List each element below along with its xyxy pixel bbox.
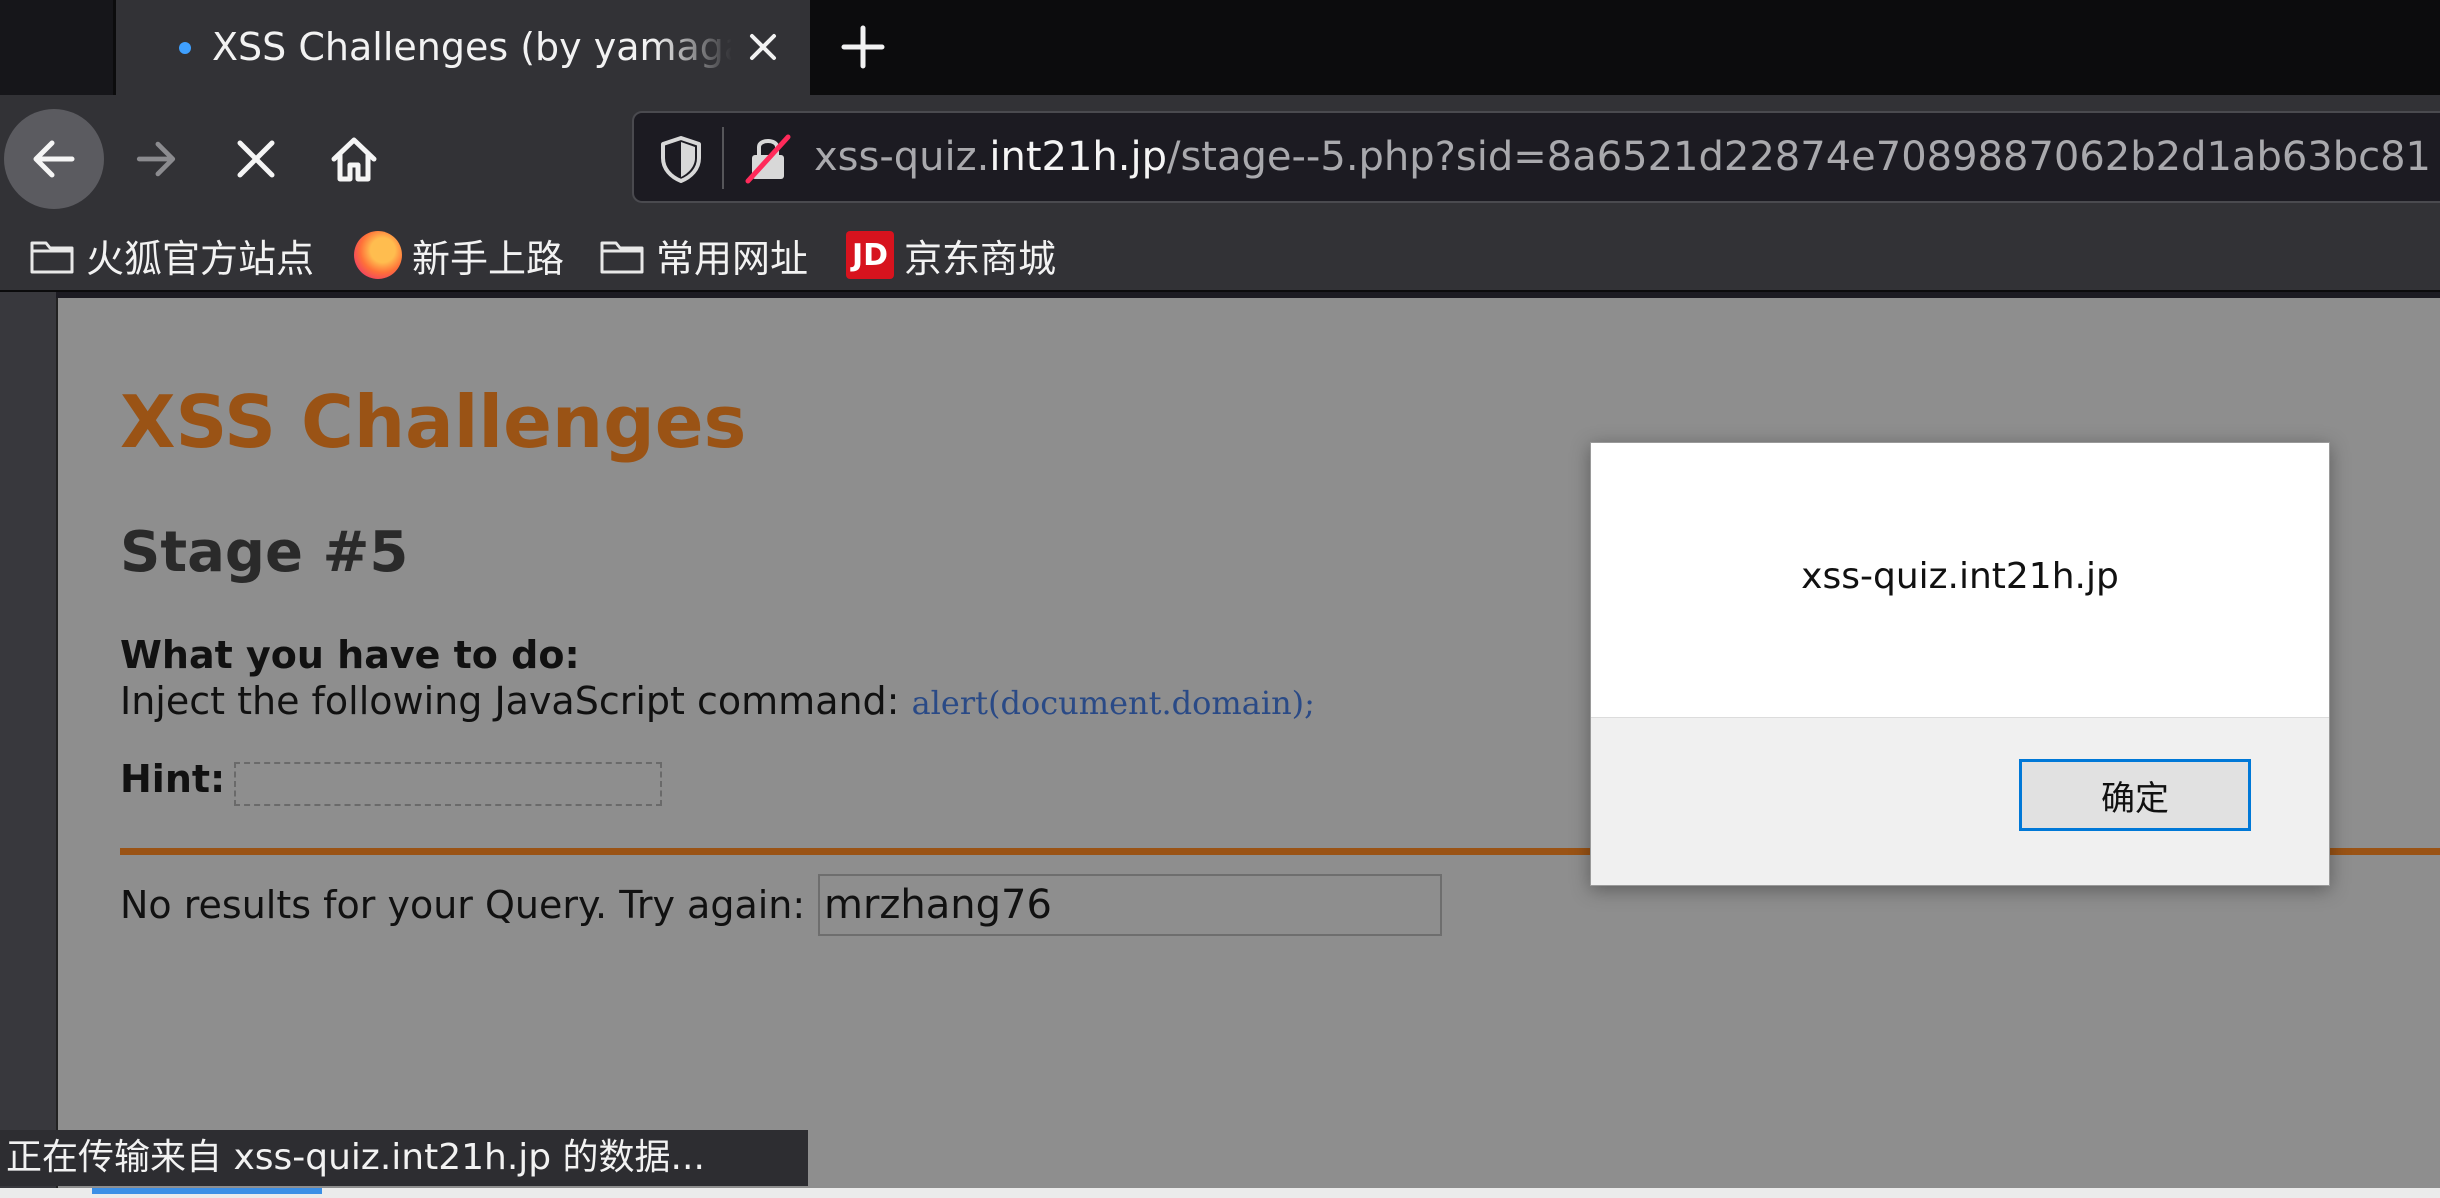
bookmark-common-sites[interactable]: 常用网址 xyxy=(598,228,808,282)
stop-button[interactable] xyxy=(206,109,306,209)
folder-icon xyxy=(598,231,646,279)
todo-instruction: Inject the following JavaScript command:… xyxy=(120,678,1315,726)
loading-progress-bar xyxy=(92,1188,322,1194)
tracking-protection-shield-icon[interactable] xyxy=(656,133,706,185)
insecure-lock-icon[interactable] xyxy=(740,129,796,187)
toolbar-divider xyxy=(0,290,2440,292)
url-text[interactable]: xss-quiz.int21h.jp/stage--5.php?sid=8a65… xyxy=(814,131,2431,183)
todo-heading: What you have to do: xyxy=(120,633,580,677)
bookmark-label: 新手上路 xyxy=(412,236,565,281)
address-bar[interactable]: xss-quiz.int21h.jp/stage--5.php?sid=8a65… xyxy=(632,111,2440,203)
bookmark-label: 常用网址 xyxy=(656,236,809,281)
home-button[interactable] xyxy=(304,109,404,209)
bookmark-firefox-official[interactable]: 火狐官方站点 xyxy=(28,228,314,282)
forward-arrow-icon xyxy=(136,141,176,177)
todo-text: Inject the following JavaScript command: xyxy=(120,679,912,723)
status-bar: 正在传输来自 xss-quiz.int21h.jp 的数据... xyxy=(0,1130,808,1186)
alert-ok-button[interactable]: 确定 xyxy=(2019,759,2251,831)
tab-title: XSS Challenges (by yamagata21) xyxy=(212,25,732,69)
bookmark-label: 火狐官方站点 xyxy=(86,236,315,281)
new-tab-icon[interactable] xyxy=(836,20,890,74)
back-button[interactable] xyxy=(4,109,104,209)
forward-button[interactable] xyxy=(106,109,206,209)
bookmark-label: 京东商城 xyxy=(904,236,1057,281)
url-host: int21h.jp xyxy=(989,134,1167,180)
todo-code: alert(document.domain); xyxy=(911,684,1315,722)
tab-close-icon[interactable] xyxy=(738,22,788,72)
navigation-toolbar: xss-quiz.int21h.jp/stage--5.php?sid=8a65… xyxy=(0,95,2440,220)
alert-message: xss-quiz.int21h.jp xyxy=(1801,556,2119,597)
jd-icon: JD xyxy=(846,231,894,279)
result-text: No results for your Query. Try again: xyxy=(120,883,806,927)
folder-icon xyxy=(28,231,76,279)
urlbar-separator xyxy=(722,127,724,189)
search-query-input[interactable] xyxy=(818,874,1442,936)
sidebar-gutter xyxy=(0,292,56,1188)
page-bottom-strip xyxy=(0,1188,2440,1198)
active-tab[interactable]: XSS Challenges (by yamagata21) xyxy=(116,0,810,95)
stage-title: Stage #5 xyxy=(120,520,409,585)
bookmark-getting-started[interactable]: 新手上路 xyxy=(354,228,564,282)
firefox-icon xyxy=(354,231,402,279)
stop-icon xyxy=(237,140,275,178)
url-prefix: xss-quiz. xyxy=(814,134,990,180)
hint-box[interactable] xyxy=(234,762,662,806)
home-icon xyxy=(331,137,377,182)
page-title: XSS Challenges xyxy=(120,380,747,464)
alert-dialog: xss-quiz.int21h.jp 确定 xyxy=(1590,442,2330,886)
tab-strip-start xyxy=(0,0,113,95)
bookmark-jd-mall[interactable]: JD 京东商城 xyxy=(846,228,1056,282)
url-path: /stage--5.php?sid=8a6521d22874e708988706… xyxy=(1166,134,2432,180)
loading-dot-icon xyxy=(179,42,191,54)
bookmarks-toolbar: 火狐官方站点 新手上路 常用网址 JD 京东商城 xyxy=(0,220,2440,290)
hint-label: Hint: xyxy=(120,757,226,801)
tab-strip: XSS Challenges (by yamagata21) xyxy=(0,0,2440,95)
alert-message-area: xss-quiz.int21h.jp xyxy=(1591,443,2329,718)
back-arrow-icon xyxy=(33,140,75,178)
